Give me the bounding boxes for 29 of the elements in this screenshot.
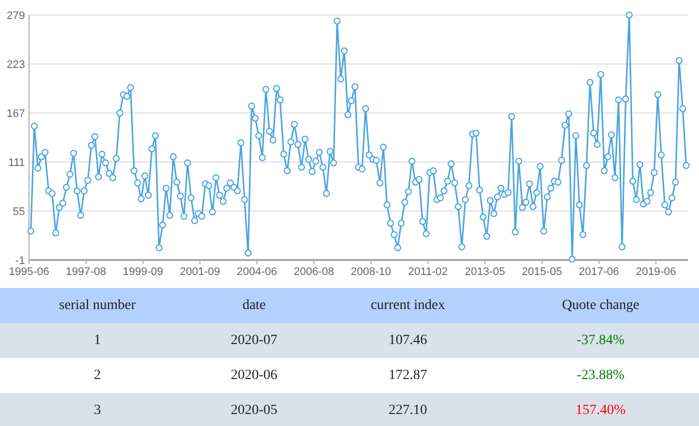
y-axis: -1 55 111 167 223 279 <box>6 10 25 267</box>
x-tick-label: 2011-02 <box>408 266 448 278</box>
x-tick-label: 2017-06 <box>578 266 620 278</box>
table-cell: 2 <box>0 358 195 393</box>
column-header: current index <box>313 288 502 323</box>
x-tick-label: 1997-08 <box>66 266 106 278</box>
x-tick-label: 1995-06 <box>8 266 50 278</box>
column-header: serial number <box>0 288 195 323</box>
column-header: Quote change <box>502 288 699 323</box>
x-tick-label: 2013-05 <box>464 266 506 278</box>
table-cell: 227.10 <box>313 393 502 426</box>
table-cell: 157.40% <box>502 393 699 426</box>
x-tick-label: 2004-06 <box>236 266 278 278</box>
table-cell: 2020-05 <box>194 393 314 426</box>
x-tick-label: 2019-06 <box>636 266 676 278</box>
x-tick-label: 1999-09 <box>122 266 164 278</box>
table-cell: 1 <box>0 323 195 358</box>
table-cell: 107.46 <box>313 323 502 358</box>
table-cell: -37.84% <box>502 323 699 358</box>
x-tick-label: 2006-08 <box>294 266 334 278</box>
table-cell: 3 <box>0 393 195 426</box>
table-cell: 2020-07 <box>194 323 314 358</box>
column-header: date <box>194 288 314 323</box>
table-cell: 172.87 <box>313 358 502 393</box>
x-tick-label: 2001-09 <box>180 266 220 278</box>
x-tick-label: 2015-05 <box>522 266 562 278</box>
table-cell: -23.88% <box>502 358 699 393</box>
table-cell: 2020-06 <box>194 358 314 393</box>
x-tick-label: 2008-10 <box>350 266 392 278</box>
